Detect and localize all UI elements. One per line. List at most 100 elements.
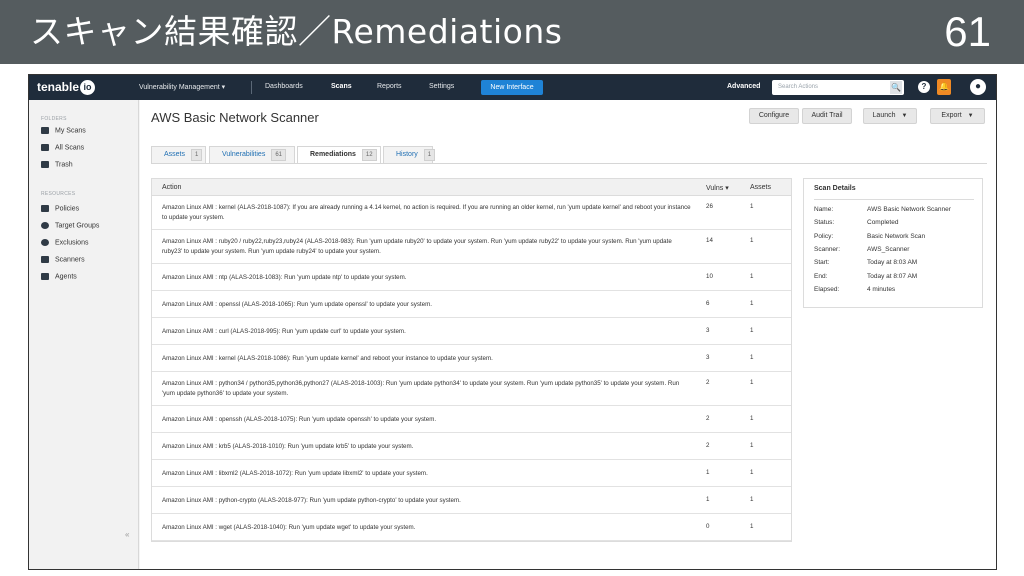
- table-row[interactable]: Amazon Linux AMI : libxml2 (ALAS-2018-10…: [152, 460, 791, 487]
- tab-vulnerabilities[interactable]: Vulnerabilities 61: [209, 146, 295, 164]
- row-assets: 1: [750, 496, 754, 503]
- tenable-logo[interactable]: tenable io: [37, 80, 96, 96]
- table-row[interactable]: Amazon Linux AMI : openssl (ALAS-2018-10…: [152, 291, 791, 318]
- tab-history[interactable]: History 1: [383, 146, 436, 164]
- logo-suffix: io: [80, 80, 96, 96]
- details-divider: [814, 199, 974, 200]
- column-header-assets[interactable]: Assets: [750, 184, 771, 191]
- tab-count-badge: 1: [191, 149, 203, 161]
- slide-title: スキャン結果確認／Remediations: [30, 12, 563, 51]
- tab-label: Vulnerabilities: [222, 151, 266, 158]
- configure-button[interactable]: Configure: [749, 108, 799, 124]
- table-row[interactable]: Amazon Linux AMI : wget (ALAS-2018-1040)…: [152, 514, 791, 541]
- table-row[interactable]: Amazon Linux AMI : python-crypto (ALAS-2…: [152, 487, 791, 514]
- nav-settings[interactable]: Settings: [429, 83, 454, 90]
- table-header: Action Vulns ▾ Assets: [152, 179, 791, 196]
- row-action: Amazon Linux AMI : python34 / python35,p…: [162, 380, 680, 397]
- nav-divider: [251, 81, 252, 94]
- user-avatar-icon[interactable]: ●: [970, 79, 986, 95]
- slide-header: スキャン結果確認／Remediations 61: [0, 0, 1024, 64]
- tab-label: Assets: [164, 151, 186, 158]
- sidebar-item-label: Agents: [55, 273, 77, 281]
- sidebar-item-exclusions[interactable]: Exclusions: [41, 239, 88, 246]
- row-action: Amazon Linux AMI : kernel (ALAS-2018-108…: [162, 204, 691, 221]
- table-row[interactable]: Amazon Linux AMI : openssh (ALAS-2018-10…: [152, 406, 791, 433]
- sidebar-item-scanners[interactable]: Scanners: [41, 256, 85, 263]
- row-action: Amazon Linux AMI : openssl (ALAS-2018-10…: [162, 301, 432, 308]
- row-assets: 1: [750, 469, 754, 476]
- sidebar-item-my-scans[interactable]: My Scans: [41, 127, 86, 134]
- row-action: Amazon Linux AMI : wget (ALAS-2018-1040)…: [162, 524, 416, 531]
- row-assets: 1: [750, 273, 754, 280]
- row-assets: 1: [750, 237, 754, 244]
- row-action: Amazon Linux AMI : krb5 (ALAS-2018-1010)…: [162, 443, 414, 450]
- detail-value: Today at 8:07 AM: [867, 272, 918, 280]
- collapse-sidebar-icon[interactable]: «: [125, 530, 129, 539]
- detail-value: AWS Basic Network Scanner: [867, 206, 951, 213]
- row-vulns: 26: [706, 203, 713, 210]
- resources-heading: RESOURCES: [41, 191, 76, 197]
- sidebar-item-label: My Scans: [55, 127, 86, 135]
- row-assets: 1: [750, 300, 754, 307]
- sidebar-item-trash[interactable]: Trash: [41, 161, 73, 168]
- logo-text: tenable: [37, 80, 80, 94]
- table-row[interactable]: Amazon Linux AMI : kernel (ALAS-2018-108…: [152, 345, 791, 372]
- row-vulns: 14: [706, 237, 713, 244]
- advanced-link[interactable]: Advanced: [727, 83, 760, 90]
- main-content: AWS Basic Network Scanner Configure Audi…: [140, 100, 996, 569]
- table-row[interactable]: Amazon Linux AMI : ruby20 / ruby22,ruby2…: [152, 230, 791, 264]
- column-header-action[interactable]: Action: [162, 184, 181, 191]
- audit-trail-button[interactable]: Audit Trail: [802, 108, 852, 124]
- sidebar-item-target-groups[interactable]: Target Groups: [41, 222, 99, 229]
- search-icon[interactable]: 🔍: [890, 81, 902, 94]
- export-button[interactable]: Export ▼: [930, 108, 985, 124]
- row-action: Amazon Linux AMI : ntp (ALAS-2018-1083):…: [162, 274, 407, 281]
- row-vulns: 3: [706, 354, 710, 361]
- notification-bell-icon[interactable]: 🔔: [937, 79, 951, 95]
- table-row[interactable]: Amazon Linux AMI : kernel (ALAS-2018-108…: [152, 196, 791, 230]
- launch-button[interactable]: Launch ▼: [863, 108, 917, 124]
- detail-value: AWS_Scanner: [867, 245, 910, 253]
- table-row[interactable]: Amazon Linux AMI : krb5 (ALAS-2018-1010)…: [152, 433, 791, 460]
- sidebar-item-policies[interactable]: Policies: [41, 205, 79, 212]
- table-row[interactable]: Amazon Linux AMI : ntp (ALAS-2018-1083):…: [152, 264, 791, 291]
- table-body: Amazon Linux AMI : kernel (ALAS-2018-108…: [152, 196, 791, 541]
- slide-page-number: 61: [944, 8, 991, 55]
- nav-scans[interactable]: Scans: [331, 83, 352, 90]
- search-input[interactable]: Search Actions: [772, 80, 904, 95]
- row-vulns: 6: [706, 300, 710, 307]
- tab-count-badge: 12: [361, 149, 377, 161]
- folders-heading: FOLDERS: [41, 116, 67, 122]
- row-vulns: 10: [706, 273, 713, 280]
- detail-label: Scanner:: [814, 245, 841, 253]
- scan-details-panel: Scan Details Name: AWS Basic Network Scan…: [803, 178, 983, 308]
- row-assets: 1: [750, 415, 754, 422]
- sidebar: FOLDERS My Scans All Scans Trash RESOURC…: [29, 100, 139, 569]
- nav-reports[interactable]: Reports: [377, 83, 402, 90]
- page-title: AWS Basic Network Scanner: [151, 110, 319, 125]
- row-vulns: 2: [706, 442, 710, 449]
- tab-count-badge: 61: [271, 149, 287, 161]
- row-action: Amazon Linux AMI : python-crypto (ALAS-2…: [162, 497, 461, 504]
- tab-remediations[interactable]: Remediations 12: [297, 146, 381, 164]
- column-header-vulns[interactable]: Vulns ▾: [706, 184, 729, 192]
- sidebar-item-label: Policies: [55, 205, 80, 213]
- table-row[interactable]: Amazon Linux AMI : python34 / python35,p…: [152, 372, 791, 406]
- tab-assets[interactable]: Assets 1: [151, 146, 206, 164]
- product-menu[interactable]: Vulnerability Management ▾: [139, 83, 225, 91]
- row-action: Amazon Linux AMI : libxml2 (ALAS-2018-10…: [162, 470, 428, 477]
- table-row[interactable]: Amazon Linux AMI : curl (ALAS-2018-995):…: [152, 318, 791, 345]
- new-interface-button[interactable]: New Interface: [481, 80, 543, 95]
- help-icon[interactable]: ?: [918, 81, 930, 93]
- row-vulns: 1: [706, 469, 710, 476]
- folder-icon: [41, 144, 49, 151]
- sidebar-item-label: Target Groups: [55, 222, 100, 230]
- detail-value: 4 minutes: [867, 285, 896, 293]
- sidebar-item-all-scans[interactable]: All Scans: [41, 144, 84, 151]
- nav-dashboards[interactable]: Dashboards: [265, 83, 303, 90]
- launch-label: Launch: [872, 112, 896, 119]
- export-label: Export: [941, 112, 962, 119]
- folder-icon: [41, 127, 49, 134]
- sidebar-item-agents[interactable]: Agents: [41, 273, 77, 280]
- detail-label: Name:: [814, 206, 834, 213]
